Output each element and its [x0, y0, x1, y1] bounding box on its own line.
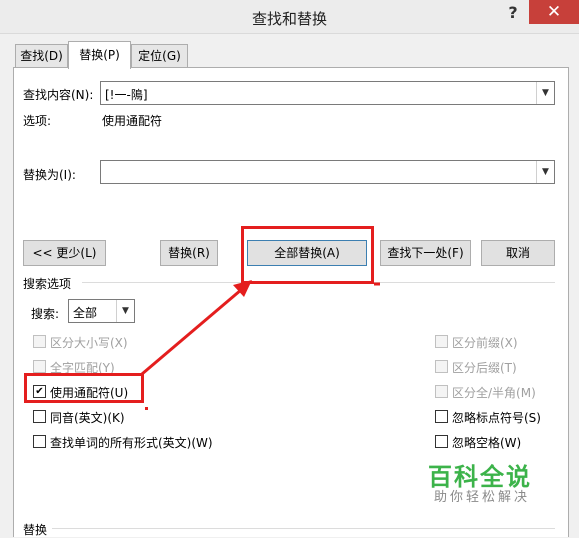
tab-replace[interactable]: 替换(P) — [68, 41, 131, 69]
arrow-shaft — [141, 282, 249, 376]
annotation-arrow — [141, 280, 380, 410]
red-dot — [145, 407, 148, 410]
